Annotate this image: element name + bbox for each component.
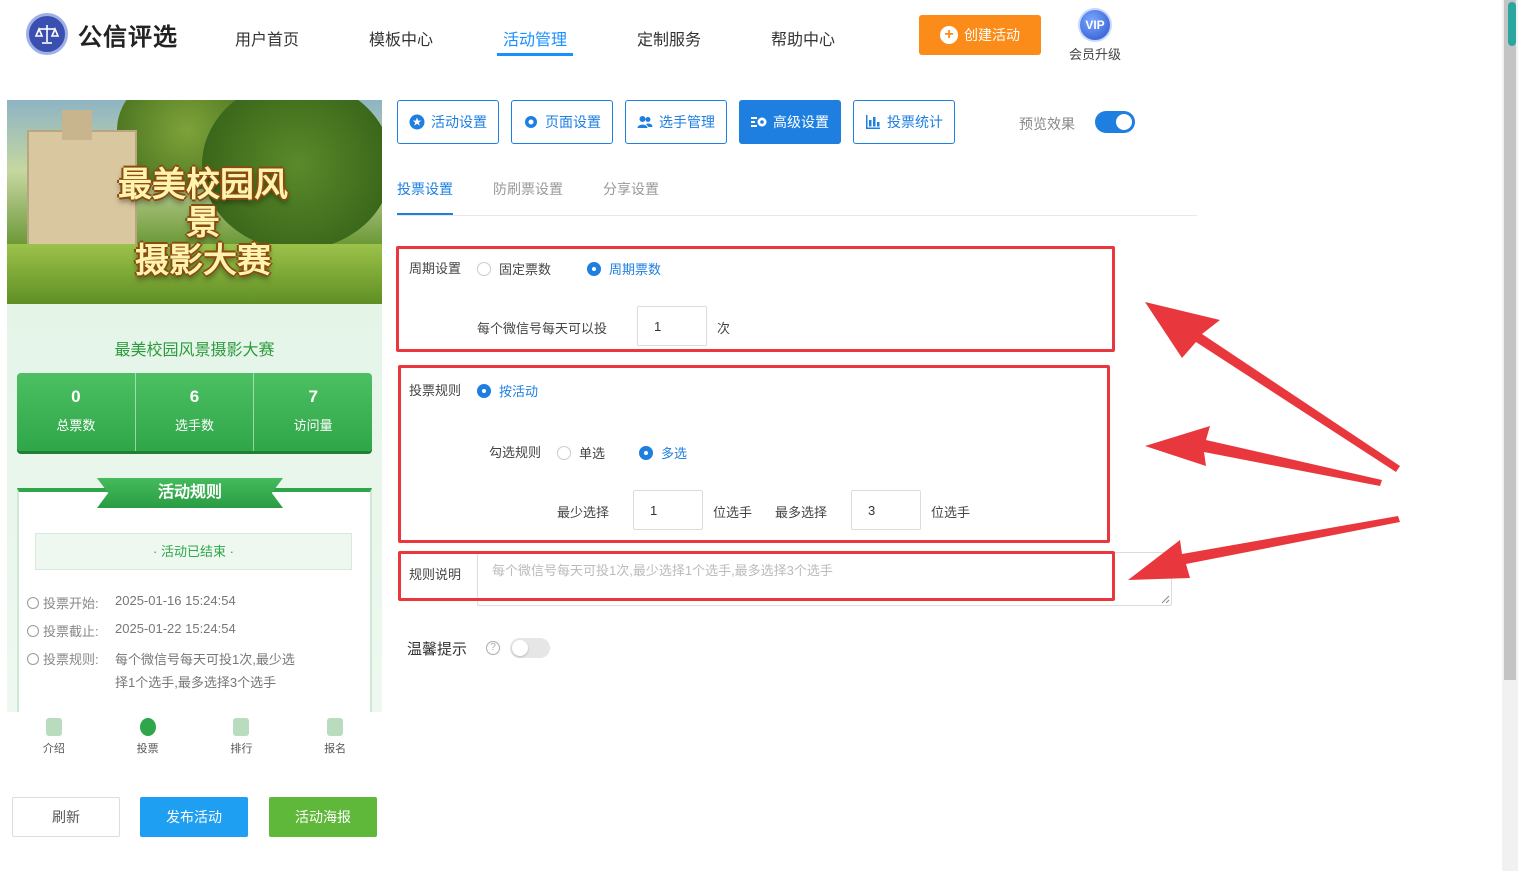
publish-button[interactable]: 发布活动	[140, 797, 248, 837]
radio-dot	[587, 261, 601, 276]
min-select-input[interactable]	[633, 490, 703, 530]
stat-visits: 7 访问量	[293, 387, 333, 433]
tip-toggle[interactable]	[510, 638, 550, 658]
nav-active-indicator	[497, 53, 573, 56]
vip-label: 会员升级	[1068, 47, 1121, 62]
users-icon	[637, 116, 653, 128]
status-badge: · 活动已结束 ·	[35, 533, 352, 570]
radio-dot	[477, 261, 491, 276]
vote-end-line: 投票截止:	[27, 621, 99, 640]
tab-vote-stats[interactable]: 投票统计	[853, 100, 955, 144]
brand-name: 公信评选	[78, 23, 178, 51]
brand-logo[interactable]: 公信评选	[26, 13, 178, 55]
vote-rule-text-1: 每个微信号每天可投1次,最少选	[115, 652, 295, 667]
help-icon[interactable]: ?	[486, 641, 500, 655]
per-day-label: 每个微信号每天可以投	[477, 321, 608, 336]
banner-title: 最美校园风景 摄影大赛	[118, 166, 288, 280]
tab-page-settings[interactable]: 页面设置	[511, 100, 613, 144]
min-select-unit: 位选手	[713, 505, 753, 520]
vote-icon	[139, 718, 156, 736]
per-day-input[interactable]	[637, 306, 707, 346]
tab-contestant-manage[interactable]: 选手管理	[625, 100, 727, 144]
poster-button[interactable]: 活动海报	[269, 797, 377, 837]
mobile-preview: 最美校园风景 摄影大赛 最美校园风景摄影大赛 0 总票数 6 选手数 7 访问量…	[7, 100, 382, 712]
check-rule-label: 勾选规则	[489, 445, 542, 460]
activity-name: 最美校园风景摄影大赛	[114, 342, 275, 359]
max-select-input[interactable]	[851, 490, 921, 530]
subtab-share[interactable]: 分享设置	[603, 179, 659, 199]
min-select-label: 最少选择	[557, 505, 610, 520]
tab-signup[interactable]: 报名	[288, 712, 382, 764]
advanced-gear-icon	[751, 117, 767, 127]
stat-contestants: 6 选手数	[136, 373, 255, 451]
edit-icon	[327, 718, 344, 736]
tab-vote[interactable]: 投票	[101, 712, 195, 764]
nav-activity-manage[interactable]: 活动管理	[503, 26, 567, 50]
clock-icon	[27, 625, 39, 637]
refresh-button[interactable]: 刷新	[12, 797, 120, 837]
radio-single[interactable]: 单选	[557, 443, 605, 462]
radio-cycle-votes[interactable]: 周期票数	[587, 259, 661, 278]
rule-desc-textarea[interactable]	[477, 552, 1172, 606]
vote-rule-line: 投票规则:	[27, 649, 99, 668]
vip-upgrade[interactable]: VIP 会员升级	[1064, 8, 1126, 63]
resize-handle-icon[interactable]	[1160, 594, 1170, 604]
vote-start-line: 投票开始:	[27, 593, 99, 612]
star-icon	[409, 114, 425, 130]
tab-intro[interactable]: 介绍	[7, 712, 101, 764]
tip-label: 温馨提示	[407, 641, 468, 658]
rule-desc-label: 规则说明	[409, 567, 462, 582]
radio-dot	[557, 445, 571, 460]
vote-start-time: 2025-01-16 15:24:54	[115, 593, 236, 608]
create-activity-label: 创建活动	[964, 27, 1020, 43]
tab-ranking[interactable]: 排行	[195, 712, 289, 764]
scales-icon	[26, 13, 68, 55]
tab-activity-settings[interactable]: 活动设置	[397, 100, 499, 144]
medal-icon	[233, 718, 250, 736]
page: 公信评选 用户首页 模板中心 活动管理 定制服务 帮助中心 + 创建活动 VIP…	[0, 0, 1518, 871]
radio-by-activity[interactable]: 按活动	[477, 381, 538, 400]
activity-banner: 最美校园风景 摄影大赛	[7, 100, 382, 304]
arrow-to-vote-rule	[1145, 426, 1382, 486]
preview-toggle-label: 预览效果	[1019, 116, 1075, 132]
radio-fixed-votes[interactable]: 固定票数	[477, 259, 551, 278]
radio-dot	[639, 445, 653, 460]
subtab-divider	[397, 215, 1197, 216]
nav-templates[interactable]: 模板中心	[369, 26, 433, 50]
vote-end-time: 2025-01-22 15:24:54	[115, 621, 236, 636]
plus-circle-icon: +	[940, 26, 958, 44]
vote-rule-label: 投票规则	[409, 383, 462, 398]
subtab-active-indicator	[397, 213, 453, 215]
arrow-to-cycle	[1145, 302, 1400, 472]
stats-bar: 0 总票数 6 选手数 7 访问量	[17, 373, 372, 451]
stat-total-votes: 0 总票数	[17, 373, 136, 451]
clock-icon	[27, 597, 39, 609]
info-icon	[27, 653, 39, 665]
cycle-label: 周期设置	[409, 261, 462, 276]
radio-dot	[477, 383, 491, 398]
vip-badge-icon: VIP	[1078, 8, 1112, 42]
per-day-unit: 次	[717, 321, 731, 336]
max-select-unit: 位选手	[931, 505, 971, 520]
subtab-anti-fraud[interactable]: 防刷票设置	[493, 179, 563, 199]
nav-help[interactable]: 帮助中心	[771, 26, 835, 50]
create-activity-button[interactable]: + 创建活动	[919, 15, 1041, 55]
subtab-vote-settings[interactable]: 投票设置	[397, 179, 453, 199]
bar-chart-icon	[866, 115, 880, 129]
tab-advanced-settings[interactable]: 高级设置	[739, 100, 841, 144]
preview-tabbar: 介绍 投票 排行 报名	[7, 712, 382, 764]
nav-custom-service[interactable]: 定制服务	[637, 26, 701, 50]
vote-rule-text-2: 择1个选手,最多选择3个选手	[115, 675, 277, 690]
nav-home[interactable]: 用户首页	[235, 26, 299, 50]
scrollbar-thumb[interactable]	[1504, 0, 1516, 680]
scrollbar-marker	[1508, 2, 1516, 46]
gear-icon	[525, 116, 537, 128]
radio-multiple[interactable]: 多选	[639, 443, 687, 462]
rules-title: 活动规则	[97, 478, 283, 508]
max-select-label: 最多选择	[775, 505, 828, 520]
preview-toggle[interactable]	[1095, 111, 1135, 133]
document-icon	[45, 718, 62, 736]
